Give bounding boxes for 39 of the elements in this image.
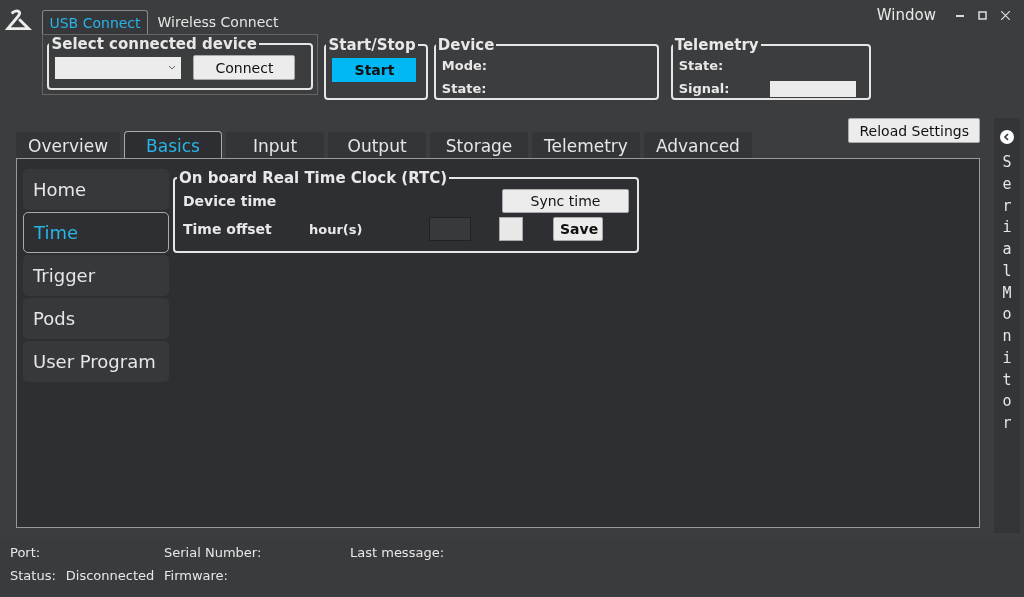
- sidebar-item[interactable]: Trigger: [23, 255, 169, 296]
- tab[interactable]: Storage: [430, 132, 529, 158]
- sidebar-item[interactable]: Home: [23, 169, 169, 210]
- group-title: Telemetry: [673, 36, 760, 54]
- tab[interactable]: Output: [328, 132, 427, 158]
- sidebar-item[interactable]: Time: [23, 212, 169, 253]
- unit-label: hour(s): [309, 221, 364, 237]
- start-button[interactable]: Start: [332, 58, 417, 82]
- connect-button[interactable]: Connect: [193, 55, 296, 80]
- status-text: Last message:: [350, 545, 445, 560]
- field-label: Mode:: [441, 57, 489, 75]
- status-text: Status:: [10, 568, 56, 583]
- tab[interactable]: Overview: [16, 132, 121, 158]
- field-label: Signal:: [678, 80, 730, 98]
- status-value: Disconnected: [65, 568, 155, 583]
- sidebar-item[interactable]: User Program: [23, 341, 169, 382]
- group-title: On board Real Time Clock (RTC): [178, 169, 449, 187]
- reload-settings-button[interactable]: Reload Settings: [848, 118, 980, 143]
- serial-monitor-label[interactable]: Serial Monitor: [999, 152, 1015, 435]
- group-title: Start/Stop: [327, 36, 417, 54]
- sidebar-item[interactable]: Pods: [23, 298, 169, 339]
- tab[interactable]: Advanced: [643, 132, 752, 158]
- status-text: Port:: [10, 545, 42, 560]
- sync-time-button[interactable]: Sync time: [502, 189, 629, 213]
- connection-tab[interactable]: USB Connect: [42, 10, 148, 34]
- tab[interactable]: Basics: [124, 131, 223, 158]
- time-offset-label: Time offset: [183, 221, 273, 237]
- group-title: Select connected device: [50, 35, 258, 53]
- status-text: Serial Number:: [164, 545, 263, 560]
- group-title: Device: [436, 36, 496, 54]
- window-title: Window: [876, 6, 936, 24]
- status-text: Firmware:: [164, 568, 229, 583]
- save-button[interactable]: Save: [553, 217, 603, 241]
- field-label: State:: [678, 57, 725, 75]
- device-time-label: Device time: [183, 193, 278, 209]
- tab[interactable]: Input: [226, 132, 325, 158]
- field-label: State:: [441, 80, 488, 98]
- connection-tab[interactable]: Wireless Connect: [151, 10, 285, 34]
- tab[interactable]: Telemetry: [532, 132, 640, 158]
